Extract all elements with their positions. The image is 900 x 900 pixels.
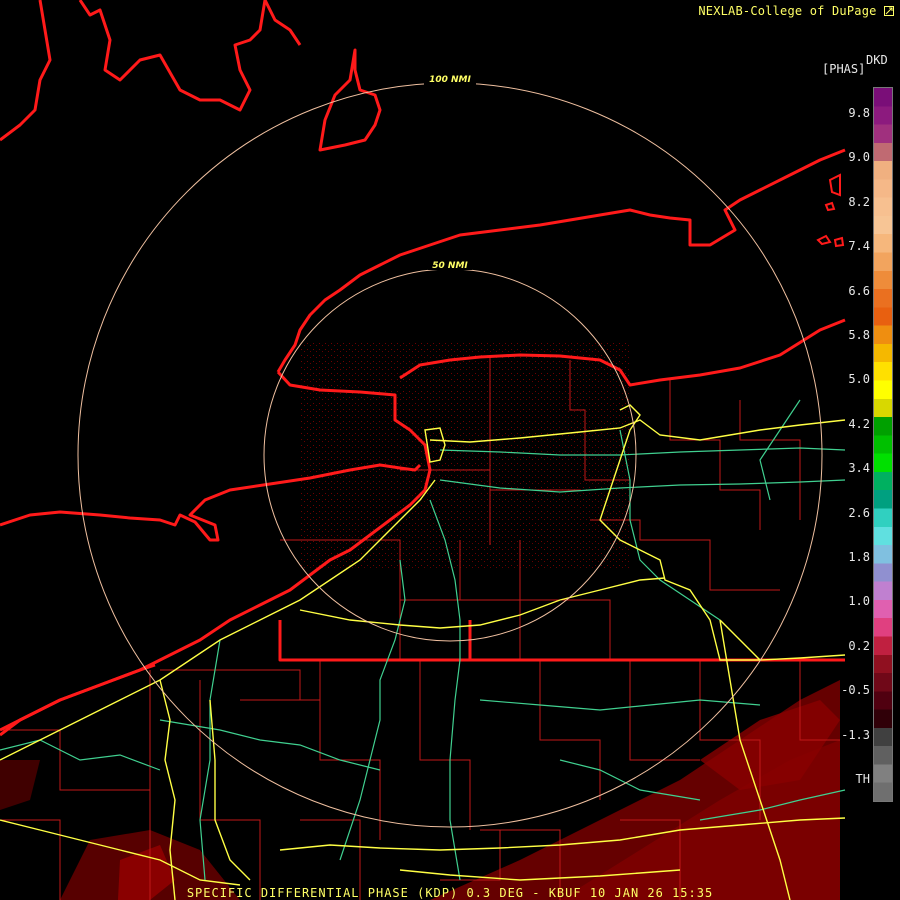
color-scale-tick: 9.8 <box>848 106 870 120</box>
color-scale-bar <box>873 87 893 802</box>
product-caption: SPECIFIC DIFFERENTIAL PHASE (KDP) 0.3 DE… <box>186 886 714 900</box>
range-ring-100-label: 100 NMI <box>429 75 471 85</box>
color-scale-tick: 3.4 <box>848 461 870 476</box>
cod-logo-icon <box>884 6 894 16</box>
color-scale-tick: 8.2 <box>848 194 870 209</box>
color-scale-tick: 2.6 <box>848 505 870 520</box>
color-scale-tick: 7.4 <box>848 239 870 254</box>
color-scale-tick: 1.8 <box>848 550 870 564</box>
color-scale-tick: 1.0 <box>848 594 870 609</box>
color-scale-tick: -1.3 <box>841 727 870 742</box>
color-scale-tick: 4.2 <box>848 416 870 431</box>
legend-product-code: DKD <box>866 53 888 67</box>
color-scale-tick: 5.8 <box>848 328 870 342</box>
precip-echoes <box>0 340 840 900</box>
color-scale-tick: 9.0 <box>848 150 870 165</box>
color-scale-tick: 0.2 <box>848 638 870 653</box>
radar-image: 50 NMI 100 NMI NEXLAB-College of DuPage … <box>0 0 900 900</box>
color-scale-tick: 5.0 <box>848 372 870 387</box>
color-scale-tick: TH <box>855 772 870 786</box>
color-scale-tick: -0.5 <box>841 683 870 698</box>
range-ring-50-label: 50 NMI <box>432 261 468 271</box>
radar-map: 50 NMI 100 NMI <box>0 0 846 900</box>
header-credit: NEXLAB-College of DuPage <box>698 4 894 18</box>
color-scale-tick: 6.6 <box>848 283 870 298</box>
legend-units: [PHAS] <box>822 62 866 76</box>
islands <box>816 173 845 248</box>
credit-text: NEXLAB-College of DuPage <box>698 4 877 18</box>
